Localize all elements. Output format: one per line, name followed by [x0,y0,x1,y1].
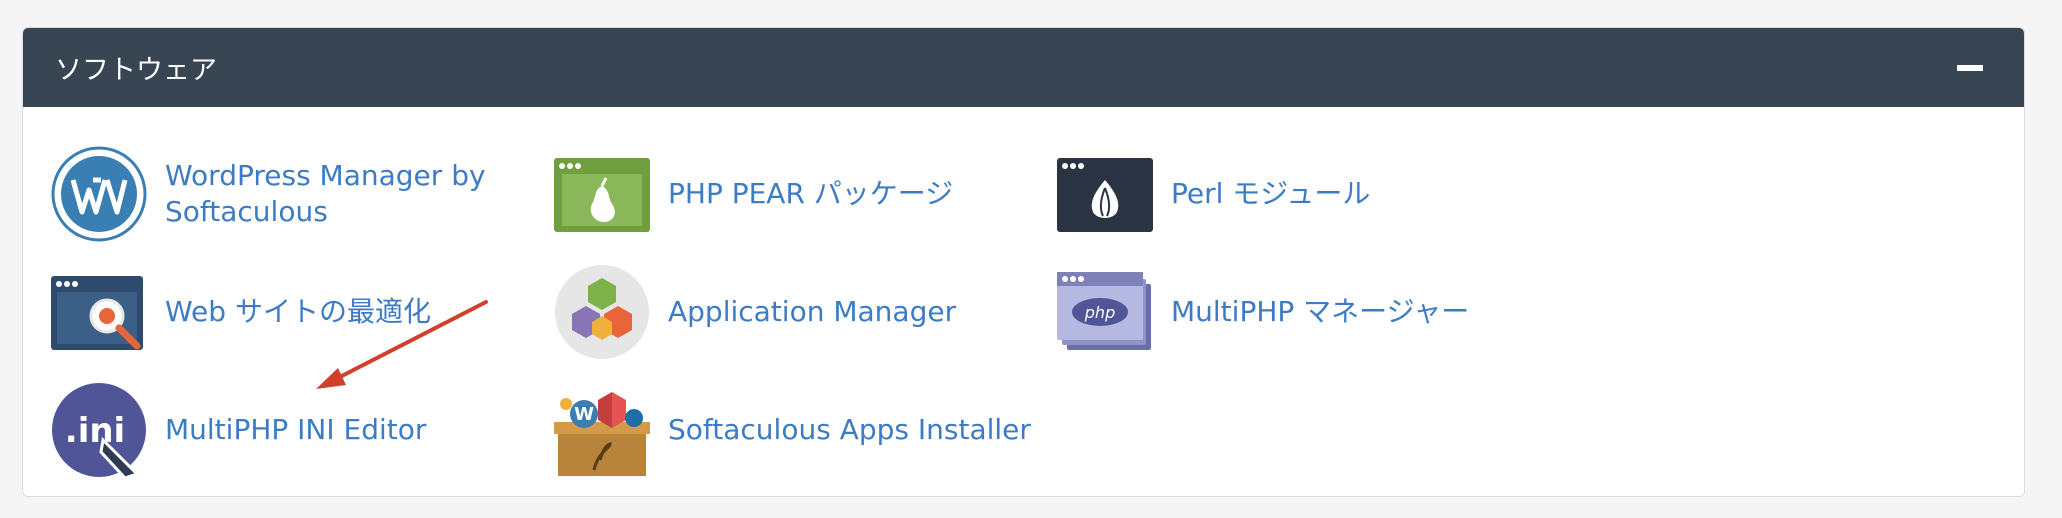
item-multiphp-manager[interactable]: php MultiPHP マネージャー [1057,264,1469,360]
multiphp-ini-icon: .ini [51,382,147,478]
item-label: MultiPHP マネージャー [1171,295,1470,328]
panel-header: ソフトウェア [23,28,2024,107]
item-label: WordPress Manager by Softaculous [165,159,486,228]
item-php-pear[interactable]: PHP PEAR パッケージ [554,146,953,242]
item-label: MultiPHP INI Editor [165,413,427,446]
panel-title: ソフトウェア [55,55,217,86]
perl-module-icon [1057,146,1153,242]
item-label: Application Manager [668,295,957,328]
software-panel: ソフトウェア WordPress Manager by Softaculous [22,27,2025,497]
multiphp-manager-icon: php [1057,264,1153,360]
wordpress-icon [51,146,147,242]
item-softaculous[interactable]: W Softaculous Apps Installer [554,382,1031,478]
item-label: Softaculous Apps Installer [668,413,1031,446]
collapse-button[interactable] [1948,46,1992,90]
php-pear-icon [554,146,650,242]
application-manager-icon [554,264,650,360]
svg-text:php: php [1084,303,1115,322]
item-wordpress-manager[interactable]: WordPress Manager by Softaculous [51,146,486,242]
item-label: Perl モジュール [1171,177,1371,210]
item-website-optimize[interactable]: Web サイトの最適化 [51,264,431,360]
item-application-manager[interactable]: Application Manager [554,264,956,360]
minus-icon [1957,64,1983,71]
item-multiphp-ini-editor[interactable]: .ini MultiPHP INI Editor [51,382,426,478]
item-label: PHP PEAR パッケージ [668,177,954,210]
softaculous-icon: W [554,382,650,478]
website-optimize-icon [51,264,147,360]
item-perl-module[interactable]: Perl モジュール [1057,146,1370,242]
svg-text:W: W [574,404,594,425]
item-label: Web サイトの最適化 [165,295,431,328]
svg-text:.ini: .ini [65,411,125,451]
